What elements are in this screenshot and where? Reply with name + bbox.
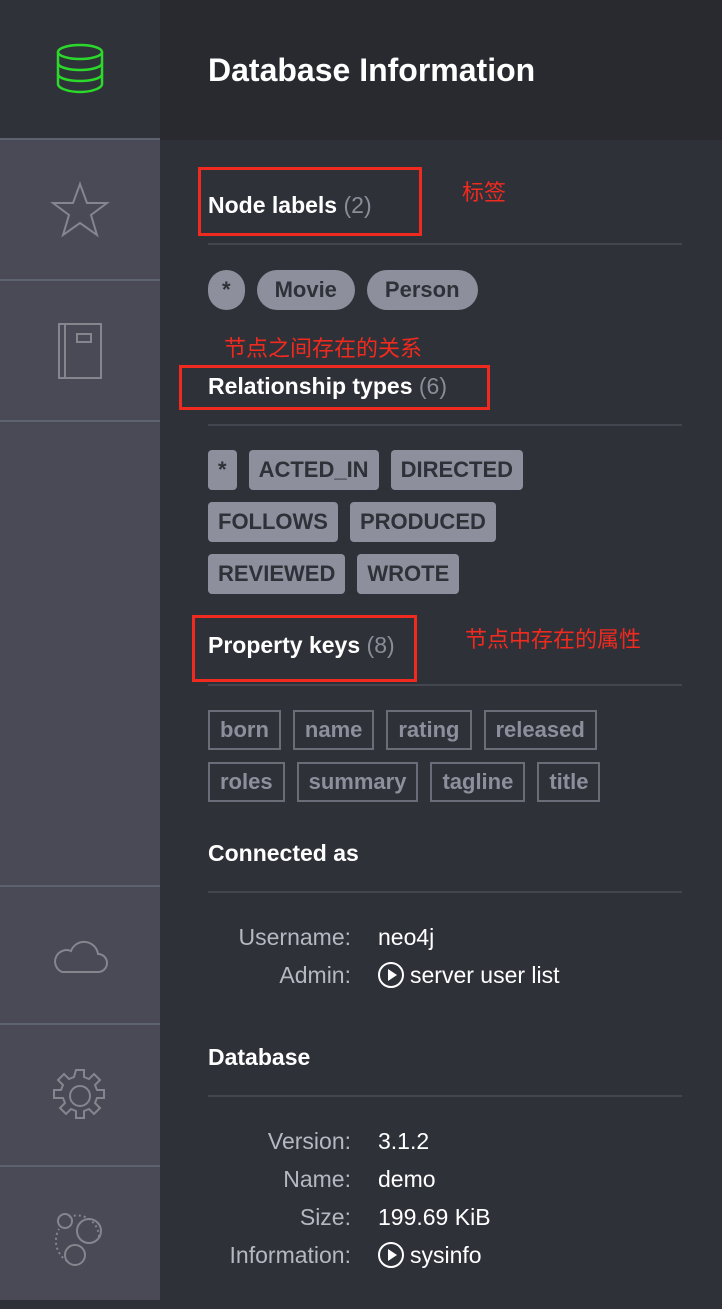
cloud-icon	[54, 940, 108, 973]
version-label: Version:	[267, 1127, 351, 1154]
divider	[208, 891, 682, 893]
relationship-types-title: Relationship types	[208, 373, 413, 399]
relationship-type-tag[interactable]: PRODUCED	[349, 502, 496, 542]
sidebar-item-about[interactable]	[0, 1169, 160, 1309]
version-value: 3.1.2	[378, 1127, 430, 1154]
name-label: Name:	[283, 1165, 351, 1192]
size-label: Size:	[299, 1203, 351, 1230]
relationship-type-tag[interactable]: DIRECTED	[390, 450, 524, 490]
property-key-tag[interactable]: title	[537, 762, 601, 802]
connection-info: Username: neo4j Admin: server user list	[208, 918, 682, 994]
annotation-note: 节点之间存在的关系	[224, 336, 423, 361]
property-key-tag[interactable]: roles	[208, 762, 285, 802]
database-icon	[56, 43, 104, 94]
divider	[208, 684, 682, 686]
node-label-tag[interactable]: Person	[366, 270, 478, 310]
documents-icon	[58, 323, 102, 379]
sidebar-item-favorites[interactable]	[0, 141, 160, 281]
sidebar-item-cloud[interactable]	[0, 885, 160, 1025]
relationship-type-tag[interactable]: REVIEWED	[208, 554, 346, 594]
property-keys-count: (8)	[366, 632, 395, 658]
star-icon	[50, 181, 110, 238]
sidebar-item-database[interactable]	[0, 0, 160, 140]
size-value: 199.69 KiB	[378, 1203, 491, 1230]
server-user-list-link[interactable]: server user list	[378, 962, 560, 989]
property-key-tag[interactable]: tagline	[430, 762, 526, 802]
about-icon	[55, 1213, 102, 1266]
relationship-types-count: (6)	[418, 373, 447, 399]
divider	[208, 243, 682, 245]
database-heading: Database	[208, 1044, 311, 1070]
relationship-type-tag[interactable]: ACTED_IN	[248, 450, 379, 490]
divider	[208, 1095, 682, 1097]
property-key-tag[interactable]: released	[483, 710, 597, 750]
node-labels-list: * Movie Person	[208, 270, 478, 310]
property-key-tag[interactable]: name	[292, 710, 375, 750]
header: Database Information	[160, 0, 722, 140]
property-key-tag[interactable]: rating	[386, 710, 472, 750]
sidebar-item-documents[interactable]	[0, 282, 160, 422]
node-labels-count: (2)	[343, 192, 372, 218]
information-label: Information:	[229, 1241, 351, 1268]
database-info: Version: 3.1.2 Name: demo Size: 199.69 KiB …	[208, 1122, 682, 1274]
relationship-types-heading: Relationship types (6)	[208, 373, 447, 400]
play-icon	[378, 962, 404, 988]
sidebar	[0, 0, 160, 1300]
relationship-types-list: * ACTED_IN DIRECTED FOLLOWS PRODUCED REV…	[208, 450, 568, 594]
node-label-tag[interactable]: Movie	[256, 270, 355, 310]
relationship-type-tag[interactable]: FOLLOWS	[208, 502, 338, 542]
connected-as-heading: Connected as	[208, 840, 359, 866]
sysinfo-text: sysinfo	[410, 1241, 482, 1268]
server-user-list-text: server user list	[410, 961, 560, 988]
property-keys-title: Property keys	[208, 632, 361, 658]
node-labels-title: Node labels	[208, 192, 338, 218]
annotation-note: 标签	[462, 180, 507, 205]
annotation-note: 节点中存在的属性	[465, 627, 642, 652]
node-labels-heading: Node labels (2)	[208, 192, 372, 219]
property-keys-list: born name rating released roles summary …	[208, 710, 638, 802]
relationship-type-tag[interactable]: *	[208, 450, 237, 490]
sysinfo-link[interactable]: sysinfo	[378, 1242, 482, 1269]
property-key-tag[interactable]: born	[208, 710, 281, 750]
name-value: demo	[378, 1165, 436, 1192]
property-key-tag[interactable]: summary	[296, 762, 419, 802]
node-label-tag[interactable]: *	[208, 270, 245, 310]
divider	[208, 424, 682, 426]
page-title: Database Information	[208, 52, 536, 88]
play-icon	[378, 1242, 404, 1268]
property-keys-heading: Property keys (8)	[208, 632, 395, 659]
username-label: Username:	[238, 923, 351, 950]
admin-label: Admin:	[279, 961, 351, 988]
gear-icon	[53, 1069, 105, 1119]
relationship-type-tag[interactable]: WROTE	[357, 554, 460, 594]
sidebar-item-settings[interactable]	[0, 1027, 160, 1167]
username-value: neo4j	[378, 923, 435, 950]
